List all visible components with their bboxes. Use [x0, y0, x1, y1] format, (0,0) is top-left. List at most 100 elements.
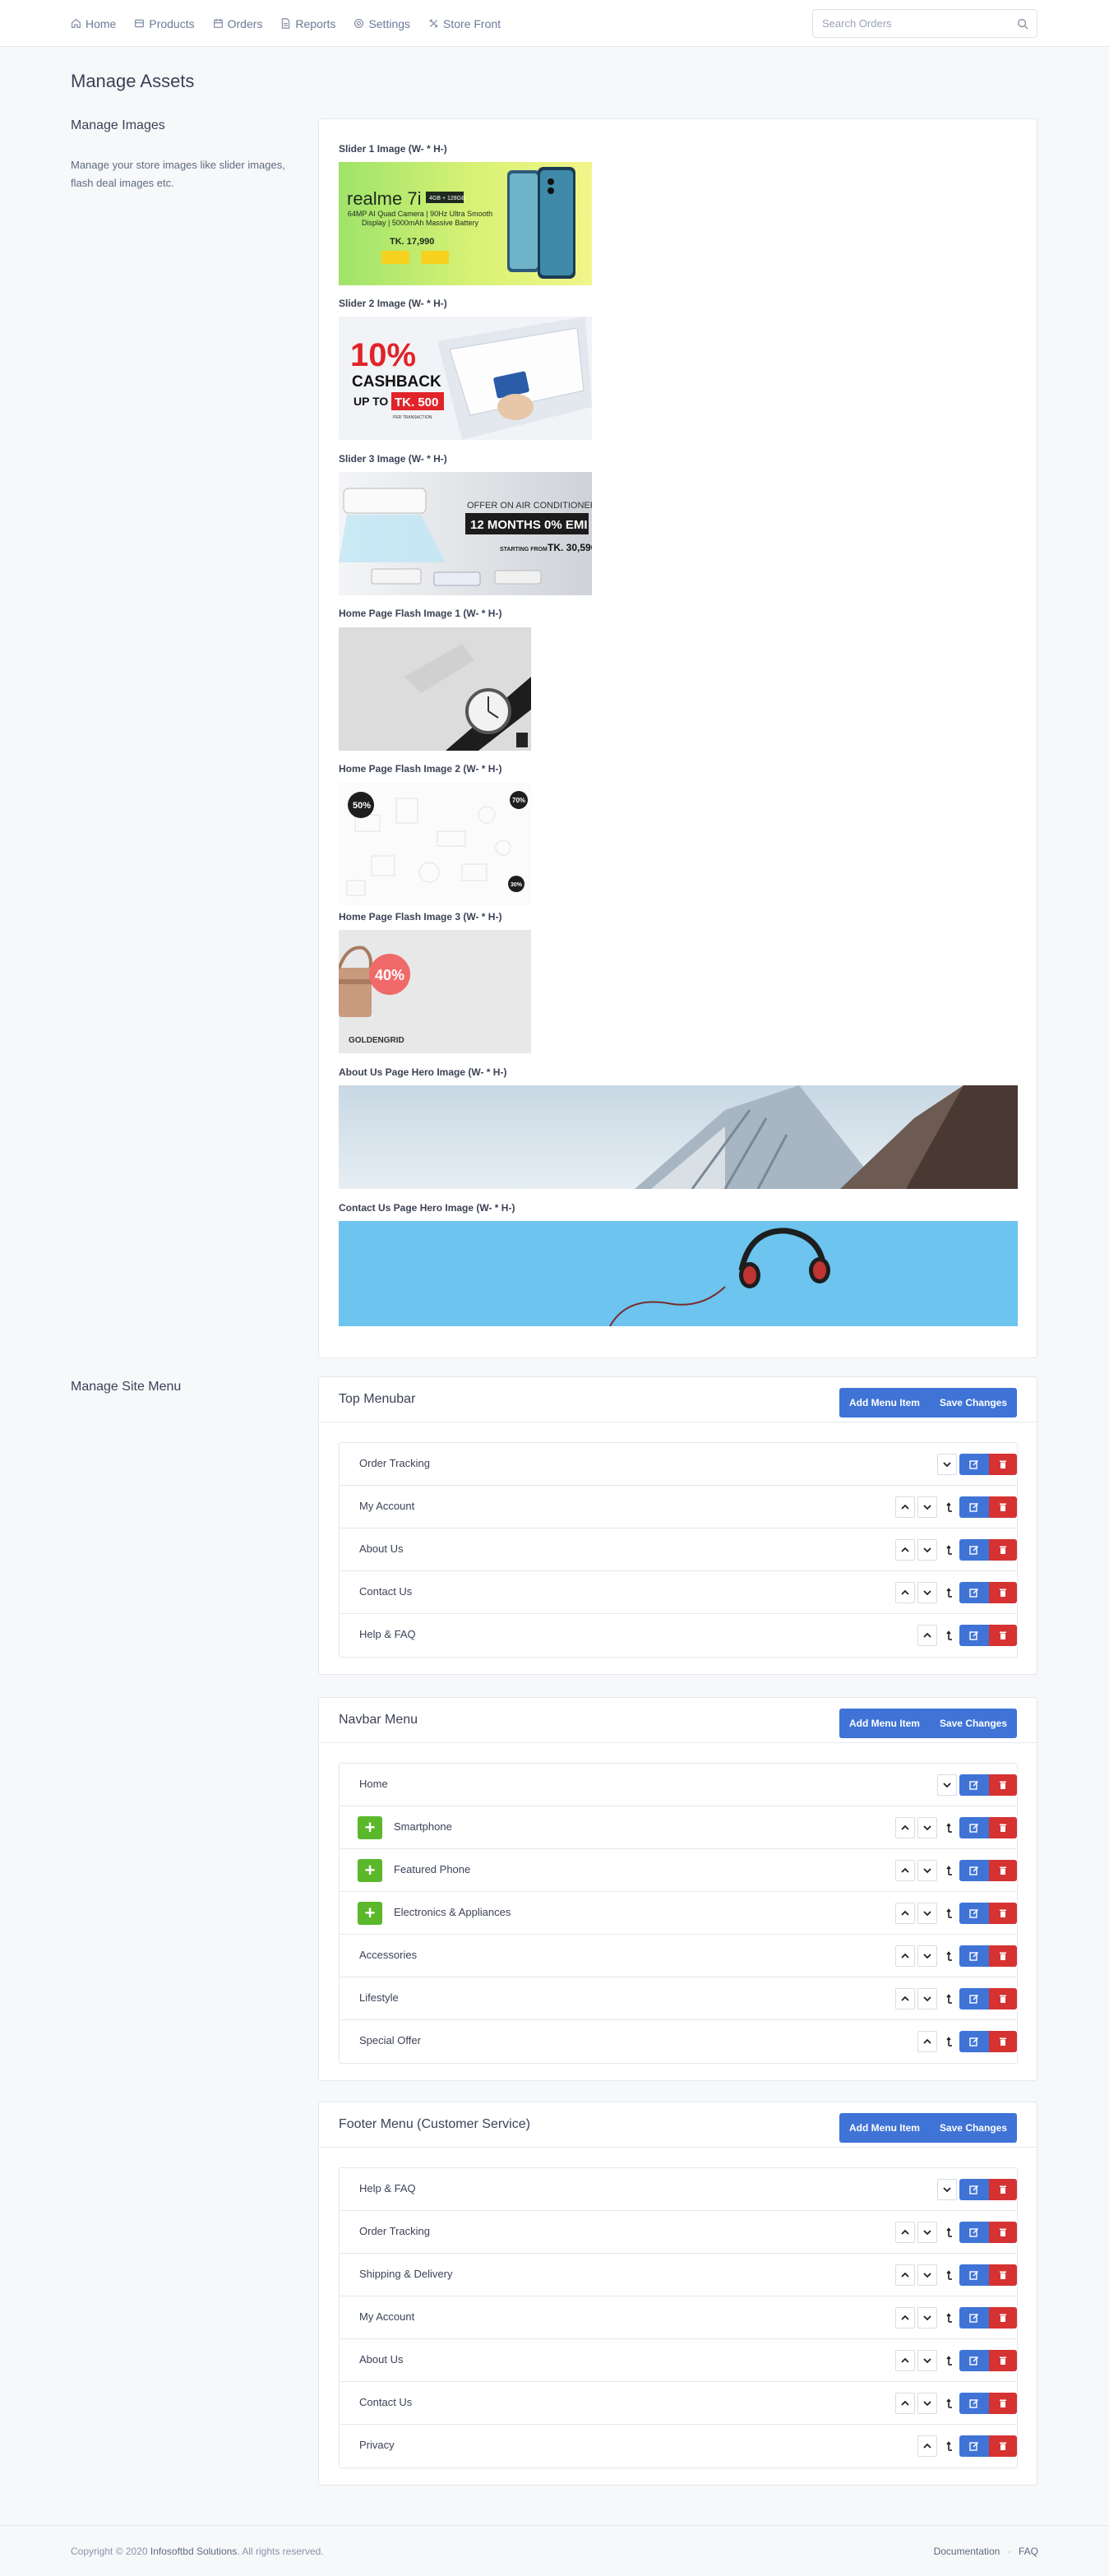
edit-button[interactable]	[959, 1496, 989, 1518]
indent-button[interactable]	[940, 1903, 959, 1924]
move-up-button[interactable]	[895, 1903, 915, 1924]
nav-settings[interactable]: Settings	[353, 17, 410, 30]
edit-button[interactable]	[959, 2222, 989, 2243]
move-up-button[interactable]	[895, 1817, 915, 1838]
edit-button[interactable]	[959, 2435, 989, 2457]
add-menu-item-button[interactable]: Add Menu Item	[839, 2113, 930, 2143]
move-down-button[interactable]	[917, 2264, 937, 2286]
edit-button[interactable]	[959, 1625, 989, 1646]
move-up-button[interactable]	[895, 1539, 915, 1561]
save-changes-button[interactable]: Save Changes	[930, 1388, 1017, 1417]
indent-button[interactable]	[940, 1625, 959, 1646]
delete-button[interactable]	[989, 1903, 1017, 1924]
move-down-button[interactable]	[917, 2393, 937, 2414]
save-changes-button[interactable]: Save Changes	[930, 1709, 1017, 1738]
edit-button[interactable]	[959, 1945, 989, 1967]
edit-button[interactable]	[959, 2307, 989, 2329]
delete-button[interactable]	[989, 2435, 1017, 2457]
edit-button[interactable]	[959, 2350, 989, 2371]
delete-button[interactable]	[989, 1774, 1017, 1796]
move-up-button[interactable]	[895, 2350, 915, 2371]
move-up-button[interactable]	[895, 2307, 915, 2329]
move-up-button[interactable]	[895, 2264, 915, 2286]
add-menu-item-button[interactable]: Add Menu Item	[839, 1388, 930, 1417]
indent-button[interactable]	[940, 2264, 959, 2286]
edit-button[interactable]	[959, 1539, 989, 1561]
nav-home[interactable]: Home	[71, 17, 116, 30]
save-changes-button[interactable]: Save Changes	[930, 2113, 1017, 2143]
delete-button[interactable]	[989, 1945, 1017, 1967]
delete-button[interactable]	[989, 1988, 1017, 2009]
nav-products[interactable]: Products	[134, 17, 195, 30]
edit-button[interactable]	[959, 1774, 989, 1796]
move-up-button[interactable]	[917, 1625, 937, 1646]
indent-button[interactable]	[940, 2222, 959, 2243]
move-down-button[interactable]	[917, 1988, 937, 2009]
edit-button[interactable]	[959, 2031, 989, 2052]
move-up-button[interactable]	[895, 1860, 915, 1881]
indent-button[interactable]	[940, 2435, 959, 2457]
flash-3-image[interactable]: 40% GOLDENGRID	[339, 930, 531, 1053]
move-up-button[interactable]	[917, 2031, 937, 2052]
move-up-button[interactable]	[917, 2435, 937, 2457]
indent-button[interactable]	[940, 1988, 959, 2009]
delete-button[interactable]	[989, 2264, 1017, 2286]
move-down-button[interactable]	[917, 1860, 937, 1881]
move-down-button[interactable]	[917, 1582, 937, 1603]
flash-2-image[interactable]: 50% 70% 30%	[339, 782, 531, 905]
add-menu-item-button[interactable]: Add Menu Item	[839, 1709, 930, 1738]
indent-button[interactable]	[940, 2350, 959, 2371]
edit-button[interactable]	[959, 1988, 989, 2009]
nav-reports[interactable]: Reports	[280, 17, 335, 30]
move-down-button[interactable]	[917, 2307, 937, 2329]
edit-button[interactable]	[959, 2264, 989, 2286]
move-up-button[interactable]	[895, 2393, 915, 2414]
indent-button[interactable]	[940, 1945, 959, 1967]
edit-button[interactable]	[959, 2393, 989, 2414]
search-input[interactable]	[813, 10, 1002, 37]
move-down-button[interactable]	[937, 1454, 957, 1475]
delete-button[interactable]	[989, 1539, 1017, 1561]
company-link[interactable]: Infosoftbd Solutions	[150, 2546, 237, 2557]
indent-button[interactable]	[940, 1817, 959, 1838]
delete-button[interactable]	[989, 1496, 1017, 1518]
nav-orders[interactable]: Orders	[213, 17, 262, 30]
edit-button[interactable]	[959, 2179, 989, 2200]
delete-button[interactable]	[989, 2179, 1017, 2200]
delete-button[interactable]	[989, 1817, 1017, 1838]
indent-button[interactable]	[940, 2307, 959, 2329]
move-up-button[interactable]	[895, 1582, 915, 1603]
search-icon[interactable]	[1017, 18, 1028, 30]
delete-button[interactable]	[989, 2393, 1017, 2414]
expand-submenu-button[interactable]: +	[358, 1816, 382, 1839]
delete-button[interactable]	[989, 2222, 1017, 2243]
nav-store-front[interactable]: Store Front	[428, 17, 501, 30]
move-down-button[interactable]	[917, 1945, 937, 1967]
move-down-button[interactable]	[917, 2222, 937, 2243]
move-down-button[interactable]	[917, 1903, 937, 1924]
delete-button[interactable]	[989, 2031, 1017, 2052]
move-up-button[interactable]	[895, 1945, 915, 1967]
contact-hero-image[interactable]	[339, 1221, 1018, 1326]
edit-button[interactable]	[959, 1454, 989, 1475]
move-down-button[interactable]	[917, 1496, 937, 1518]
move-down-button[interactable]	[937, 2179, 957, 2200]
move-down-button[interactable]	[917, 2350, 937, 2371]
delete-button[interactable]	[989, 2350, 1017, 2371]
footer-link-documentation[interactable]: Documentation	[934, 2546, 1000, 2557]
edit-button[interactable]	[959, 1817, 989, 1838]
move-up-button[interactable]	[895, 1496, 915, 1518]
indent-button[interactable]	[940, 1539, 959, 1561]
expand-submenu-button[interactable]: +	[358, 1902, 382, 1925]
indent-button[interactable]	[940, 1496, 959, 1518]
indent-button[interactable]	[940, 2031, 959, 2052]
edit-button[interactable]	[959, 1903, 989, 1924]
edit-button[interactable]	[959, 1582, 989, 1603]
indent-button[interactable]	[940, 1582, 959, 1603]
edit-button[interactable]	[959, 1860, 989, 1881]
about-hero-image[interactable]	[339, 1085, 1018, 1189]
delete-button[interactable]	[989, 2307, 1017, 2329]
delete-button[interactable]	[989, 1625, 1017, 1646]
footer-link-faq[interactable]: FAQ	[1019, 2546, 1038, 2557]
move-up-button[interactable]	[895, 2222, 915, 2243]
